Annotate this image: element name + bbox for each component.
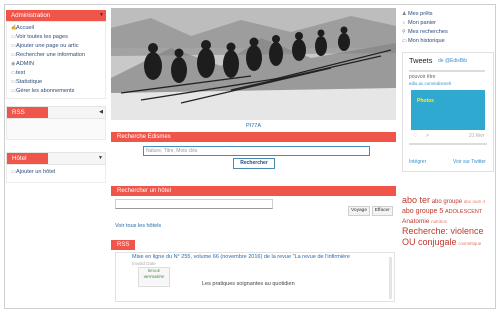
- account-link-item[interactable]: ⚲ Mes recherches: [402, 28, 494, 37]
- admin-menu-item-label: Rechercher une information: [16, 52, 86, 58]
- rss-item-date: Invalid Date: [132, 261, 156, 266]
- tag-link[interactable]: abo ter: [402, 195, 430, 205]
- hotel-search-section: Voyage Effacer Voir tous les hôtels: [111, 196, 396, 240]
- admin-menu-item[interactable]: ▭Voir toutes les pages: [11, 33, 105, 42]
- tweet-text-line: [409, 70, 485, 72]
- hero-photo: [111, 8, 396, 120]
- tag-link[interactable]: abo groupe 5: [402, 208, 443, 215]
- hotel-search-title: Rechercher un hôtel: [111, 186, 396, 196]
- tag-link[interactable]: abo groupe: [432, 199, 462, 205]
- tag-link[interactable]: cosmétique: [458, 241, 481, 246]
- tag-cloud: abo ter abo groupe abo num 4 abo groupe …: [402, 196, 494, 249]
- chevron-down-icon[interactable]: ▼: [99, 12, 104, 18]
- admin-menu-item[interactable]: ▭Gérer les abonnements: [11, 87, 105, 96]
- admin-menu: ✍Accueil ▭Voir toutes les pages ▭Ajouter u…: [6, 21, 106, 99]
- admin-menu-item[interactable]: ▭Rechercher une information: [11, 51, 105, 60]
- image-caption: PI77A: [246, 123, 261, 129]
- left-sidebar: Administration ▼ ✍Accueil ▭Voir toutes le…: [6, 10, 106, 183]
- view-on-twitter-link[interactable]: Voir sur Twitter: [453, 159, 486, 165]
- tag-link[interactable]: Anatomie: [402, 218, 429, 225]
- rss-feed-item[interactable]: Mise en ligne du N° 255, volume 66 (nove…: [115, 252, 395, 302]
- tweet-image[interactable]: [411, 90, 485, 130]
- admin-menu-item-label: test: [16, 70, 26, 76]
- admin-menu-item-label: Voir toutes les pages: [16, 34, 68, 40]
- account-link-item-label: Mon panier: [408, 20, 436, 26]
- rss-section: Mise en ligne du N° 255, volume 66 (nove…: [111, 250, 396, 302]
- account-link-item[interactable]: ▭Mon historique: [402, 37, 494, 46]
- rss-item-title[interactable]: Mise en ligne du N° 255, volume 66 (nove…: [132, 254, 382, 261]
- chevron-down-icon[interactable]: ▼: [98, 155, 103, 161]
- tweets-title: Tweets: [409, 56, 433, 65]
- twitter-widget: Tweets de @EdisBib pouvoir être edis.ac.…: [402, 52, 494, 172]
- rss-scrollbar[interactable]: [389, 257, 392, 299]
- admin-menu-item[interactable]: ✍Accueil: [11, 24, 105, 33]
- hotel-buttons: Voyage Effacer: [348, 206, 393, 216]
- admin-panel-title: Administration: [6, 10, 106, 22]
- tweet-text: pouvoir être: [409, 74, 436, 80]
- tweet-divider: [409, 143, 487, 145]
- admin-menu-item[interactable]: ◉ADMIN: [11, 60, 105, 69]
- admin-menu-item[interactable]: ▭test: [11, 69, 105, 78]
- hero-photo-art: [111, 8, 396, 120]
- account-link-item[interactable]: ♟ Mes prêts: [402, 10, 494, 19]
- right-sidebar: ♟ Mes prêts ♁ Mon panier ⚲ Mes recherches ▭Mon…: [402, 10, 494, 249]
- voyage-button[interactable]: Voyage: [348, 206, 371, 216]
- hotel-menu: ▭Ajouter un hôtel: [6, 165, 106, 183]
- share-icon[interactable]: ↗: [425, 133, 429, 139]
- journal-logo: REVUE INFIRMIÈRE: [138, 267, 170, 287]
- hotel-menu-item[interactable]: ▭Ajouter un hôtel: [11, 168, 105, 177]
- tag-link[interactable]: ADOLESCENT: [445, 209, 482, 215]
- hotel-menu-item-label: Ajouter un hôtel: [16, 169, 56, 175]
- admin-menu-item-label: ADMIN: [16, 61, 35, 67]
- tweet-link[interactable]: edis.ac.com/edismeh: [409, 81, 451, 86]
- account-links: ♟ Mes prêts ♁ Mon panier ⚲ Mes recherches ▭Mon…: [402, 10, 494, 46]
- all-hotels-link[interactable]: Voir tous les hôtels: [115, 223, 161, 229]
- hotel-search-input[interactable]: [115, 199, 273, 209]
- search-section-title: Recherche Edismex: [111, 132, 396, 142]
- rss-item-snippet: Les pratiques soignantes au quotidien: [202, 281, 295, 287]
- rss-panel-body: [6, 119, 106, 140]
- tweet-image-text: Photos: [417, 98, 434, 104]
- account-link-item-label: Mes prêts: [408, 11, 433, 17]
- tag-link[interactable]: abo num 4: [464, 199, 485, 204]
- rss-panel-header[interactable]: RSS ◀: [6, 106, 106, 119]
- admin-menu-item-label: Statistique: [16, 79, 43, 85]
- tweet-date: 21 févr: [469, 133, 485, 139]
- account-link-item-label: Mon historique: [408, 38, 445, 44]
- search-button[interactable]: Rechercher: [233, 158, 275, 169]
- search-input[interactable]: Nature, Titre, Mots clés: [143, 146, 370, 156]
- admin-menu-item[interactable]: ▭Ajouter une page ou artic: [11, 42, 105, 51]
- rss-panel-title: RSS: [7, 107, 48, 119]
- effacer-button[interactable]: Effacer: [371, 206, 393, 216]
- rss-section-title: RSS: [111, 240, 135, 250]
- main-content: PI77A Recherche Edismex Nature, Titre, M…: [111, 8, 396, 302]
- account-link-item-label: Mes recherches: [408, 29, 448, 35]
- admin-menu-item-label: Accueil: [16, 25, 35, 31]
- heart-icon[interactable]: ♡: [413, 133, 417, 139]
- embed-link[interactable]: Intégrer: [409, 159, 426, 165]
- admin-panel-header[interactable]: Administration ▼: [6, 10, 106, 22]
- hotel-panel-title: Hôtel: [7, 153, 48, 165]
- tweets-handle[interactable]: de @EdisBib: [438, 58, 467, 64]
- chevron-left-icon[interactable]: ◀: [99, 109, 103, 115]
- account-link-item[interactable]: ♁ Mon panier: [402, 19, 494, 28]
- search-section: Nature, Titre, Mots clés Rechercher: [111, 142, 396, 186]
- admin-menu-item[interactable]: ▭Statistique: [11, 78, 105, 87]
- admin-menu-item-label: Gérer les abonnements: [16, 88, 75, 94]
- admin-menu-item-label: Ajouter une page ou artic: [16, 43, 79, 49]
- tag-link[interactable]: nutrition: [431, 219, 447, 224]
- hotel-panel-header[interactable]: Hôtel ▼: [6, 152, 106, 165]
